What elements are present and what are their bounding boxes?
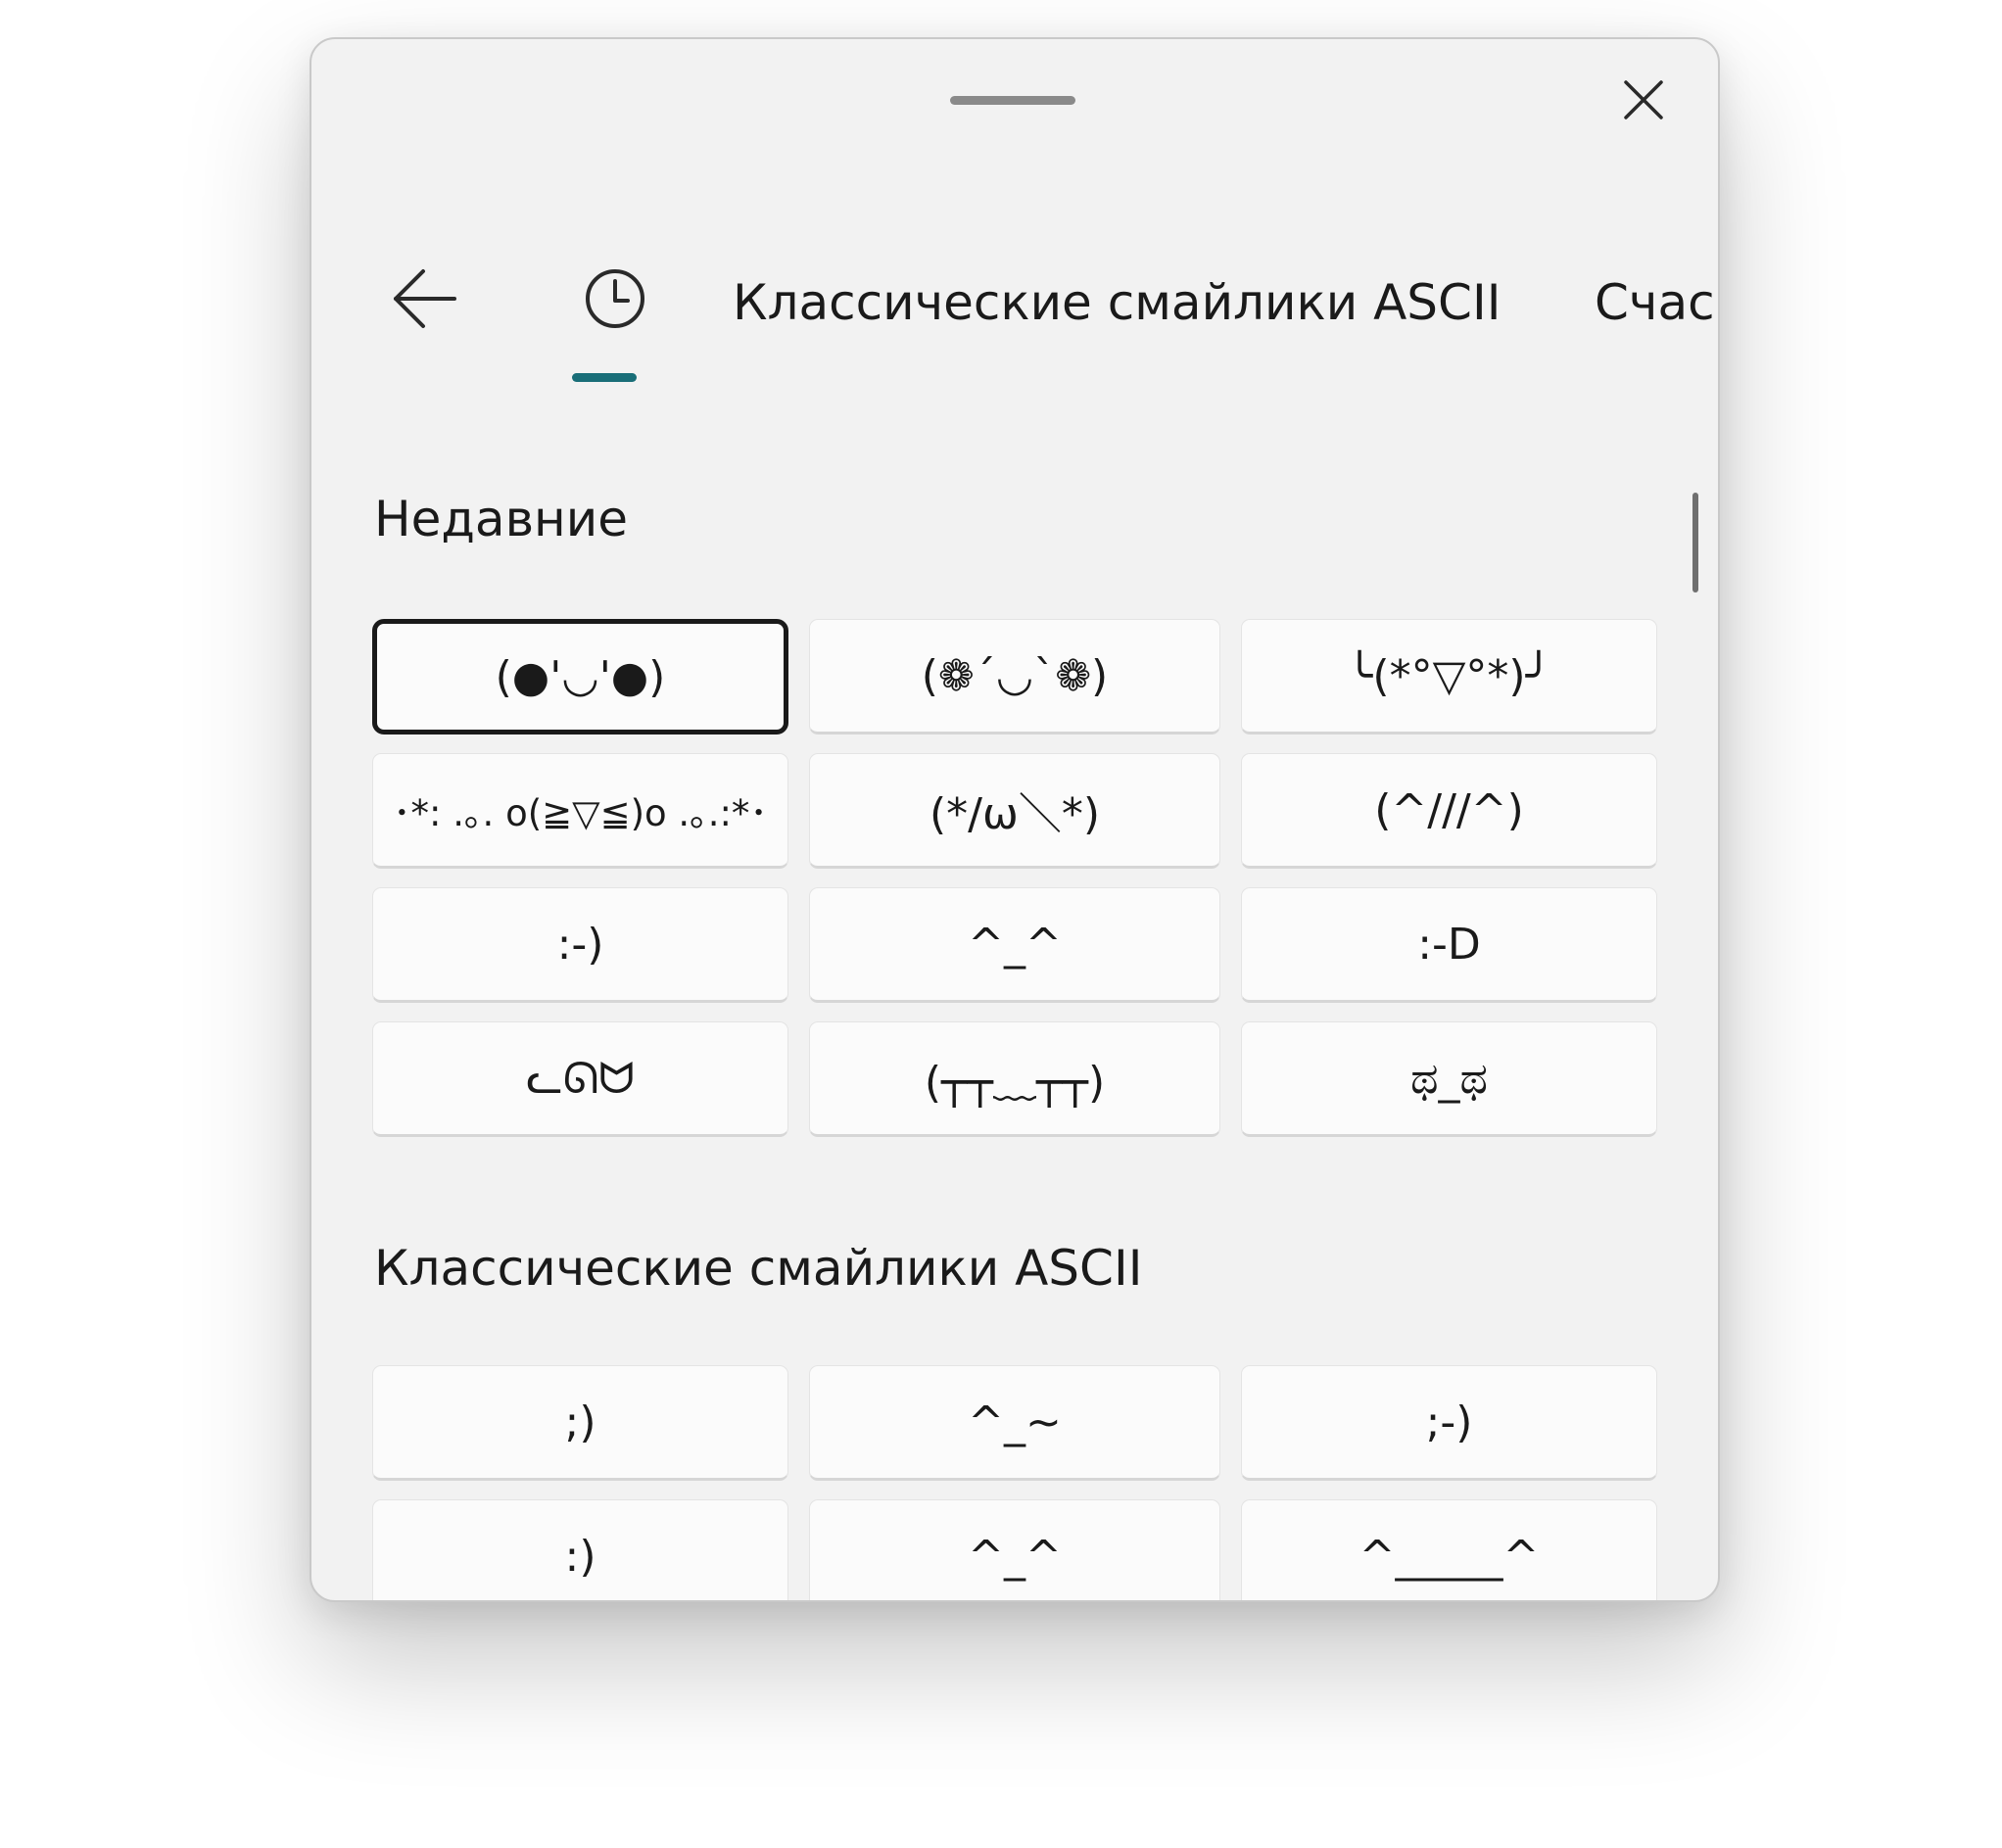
kaomoji-item[interactable]: ಥ_ಥ	[1241, 1021, 1657, 1137]
kaomoji-item[interactable]: ･*: .｡. o(≧▽≦)o .｡.:*･	[372, 753, 788, 869]
kaomoji-item[interactable]: (┬┬﹏┬┬)	[809, 1021, 1220, 1137]
back-button[interactable]	[365, 240, 483, 357]
kaomoji-item[interactable]: ^_^	[809, 887, 1220, 1003]
section-title-classic: Классические смайлики ASCII	[374, 1240, 1143, 1297]
kaomoji-item[interactable]: (❁´◡`❁)	[809, 619, 1220, 734]
classic-grid: ;) ^_~ ;-) :) ^_^ ^_____^	[372, 1365, 1658, 1600]
kaomoji-item[interactable]: (^///^)	[1241, 753, 1657, 869]
tab-classic-ascii[interactable]: Классические смайлики ASCII	[733, 273, 1501, 332]
kaomoji-item[interactable]: ^_~	[809, 1365, 1220, 1481]
kaomoji-item[interactable]: :-D	[1241, 887, 1657, 1003]
drag-handle[interactable]	[950, 96, 1075, 105]
active-tab-indicator	[572, 373, 637, 382]
tab-happy[interactable]: Счас	[1595, 273, 1715, 332]
kaomoji-item[interactable]: (*/ω＼*)	[809, 753, 1220, 869]
kaomoji-list: Недавние (●'◡'●) (❁´◡`❁) ╰(*°▽°*)╯ ･*: .…	[311, 450, 1718, 1600]
kaomoji-item[interactable]: :-)	[372, 887, 788, 1003]
kaomoji-item[interactable]: ᓚᘏᗢ	[372, 1021, 788, 1137]
kaomoji-item[interactable]: ;-)	[1241, 1365, 1657, 1481]
kaomoji-panel: Классические смайлики ASCII Счас Недавни…	[310, 37, 1720, 1602]
kaomoji-item[interactable]: (●'◡'●)	[372, 619, 788, 734]
section-title-recent: Недавние	[374, 491, 628, 547]
kaomoji-item[interactable]: :)	[372, 1499, 788, 1600]
tab-recent[interactable]	[556, 240, 674, 357]
kaomoji-item[interactable]: ^_^	[809, 1499, 1220, 1600]
arrow-left-icon	[394, 269, 456, 328]
clock-icon	[586, 269, 644, 328]
recent-grid: (●'◡'●) (❁´◡`❁) ╰(*°▽°*)╯ ･*: .｡. o(≧▽≦)…	[372, 619, 1658, 1137]
kaomoji-item[interactable]: ^_____^	[1241, 1499, 1657, 1600]
kaomoji-item[interactable]: ╰(*°▽°*)╯	[1241, 619, 1657, 734]
scrollbar-thumb[interactable]	[1692, 493, 1698, 592]
category-nav: Классические смайлики ASCII Счас	[311, 240, 1718, 387]
close-button[interactable]	[1609, 66, 1678, 134]
close-icon	[1624, 80, 1663, 119]
kaomoji-item[interactable]: ;)	[372, 1365, 788, 1481]
